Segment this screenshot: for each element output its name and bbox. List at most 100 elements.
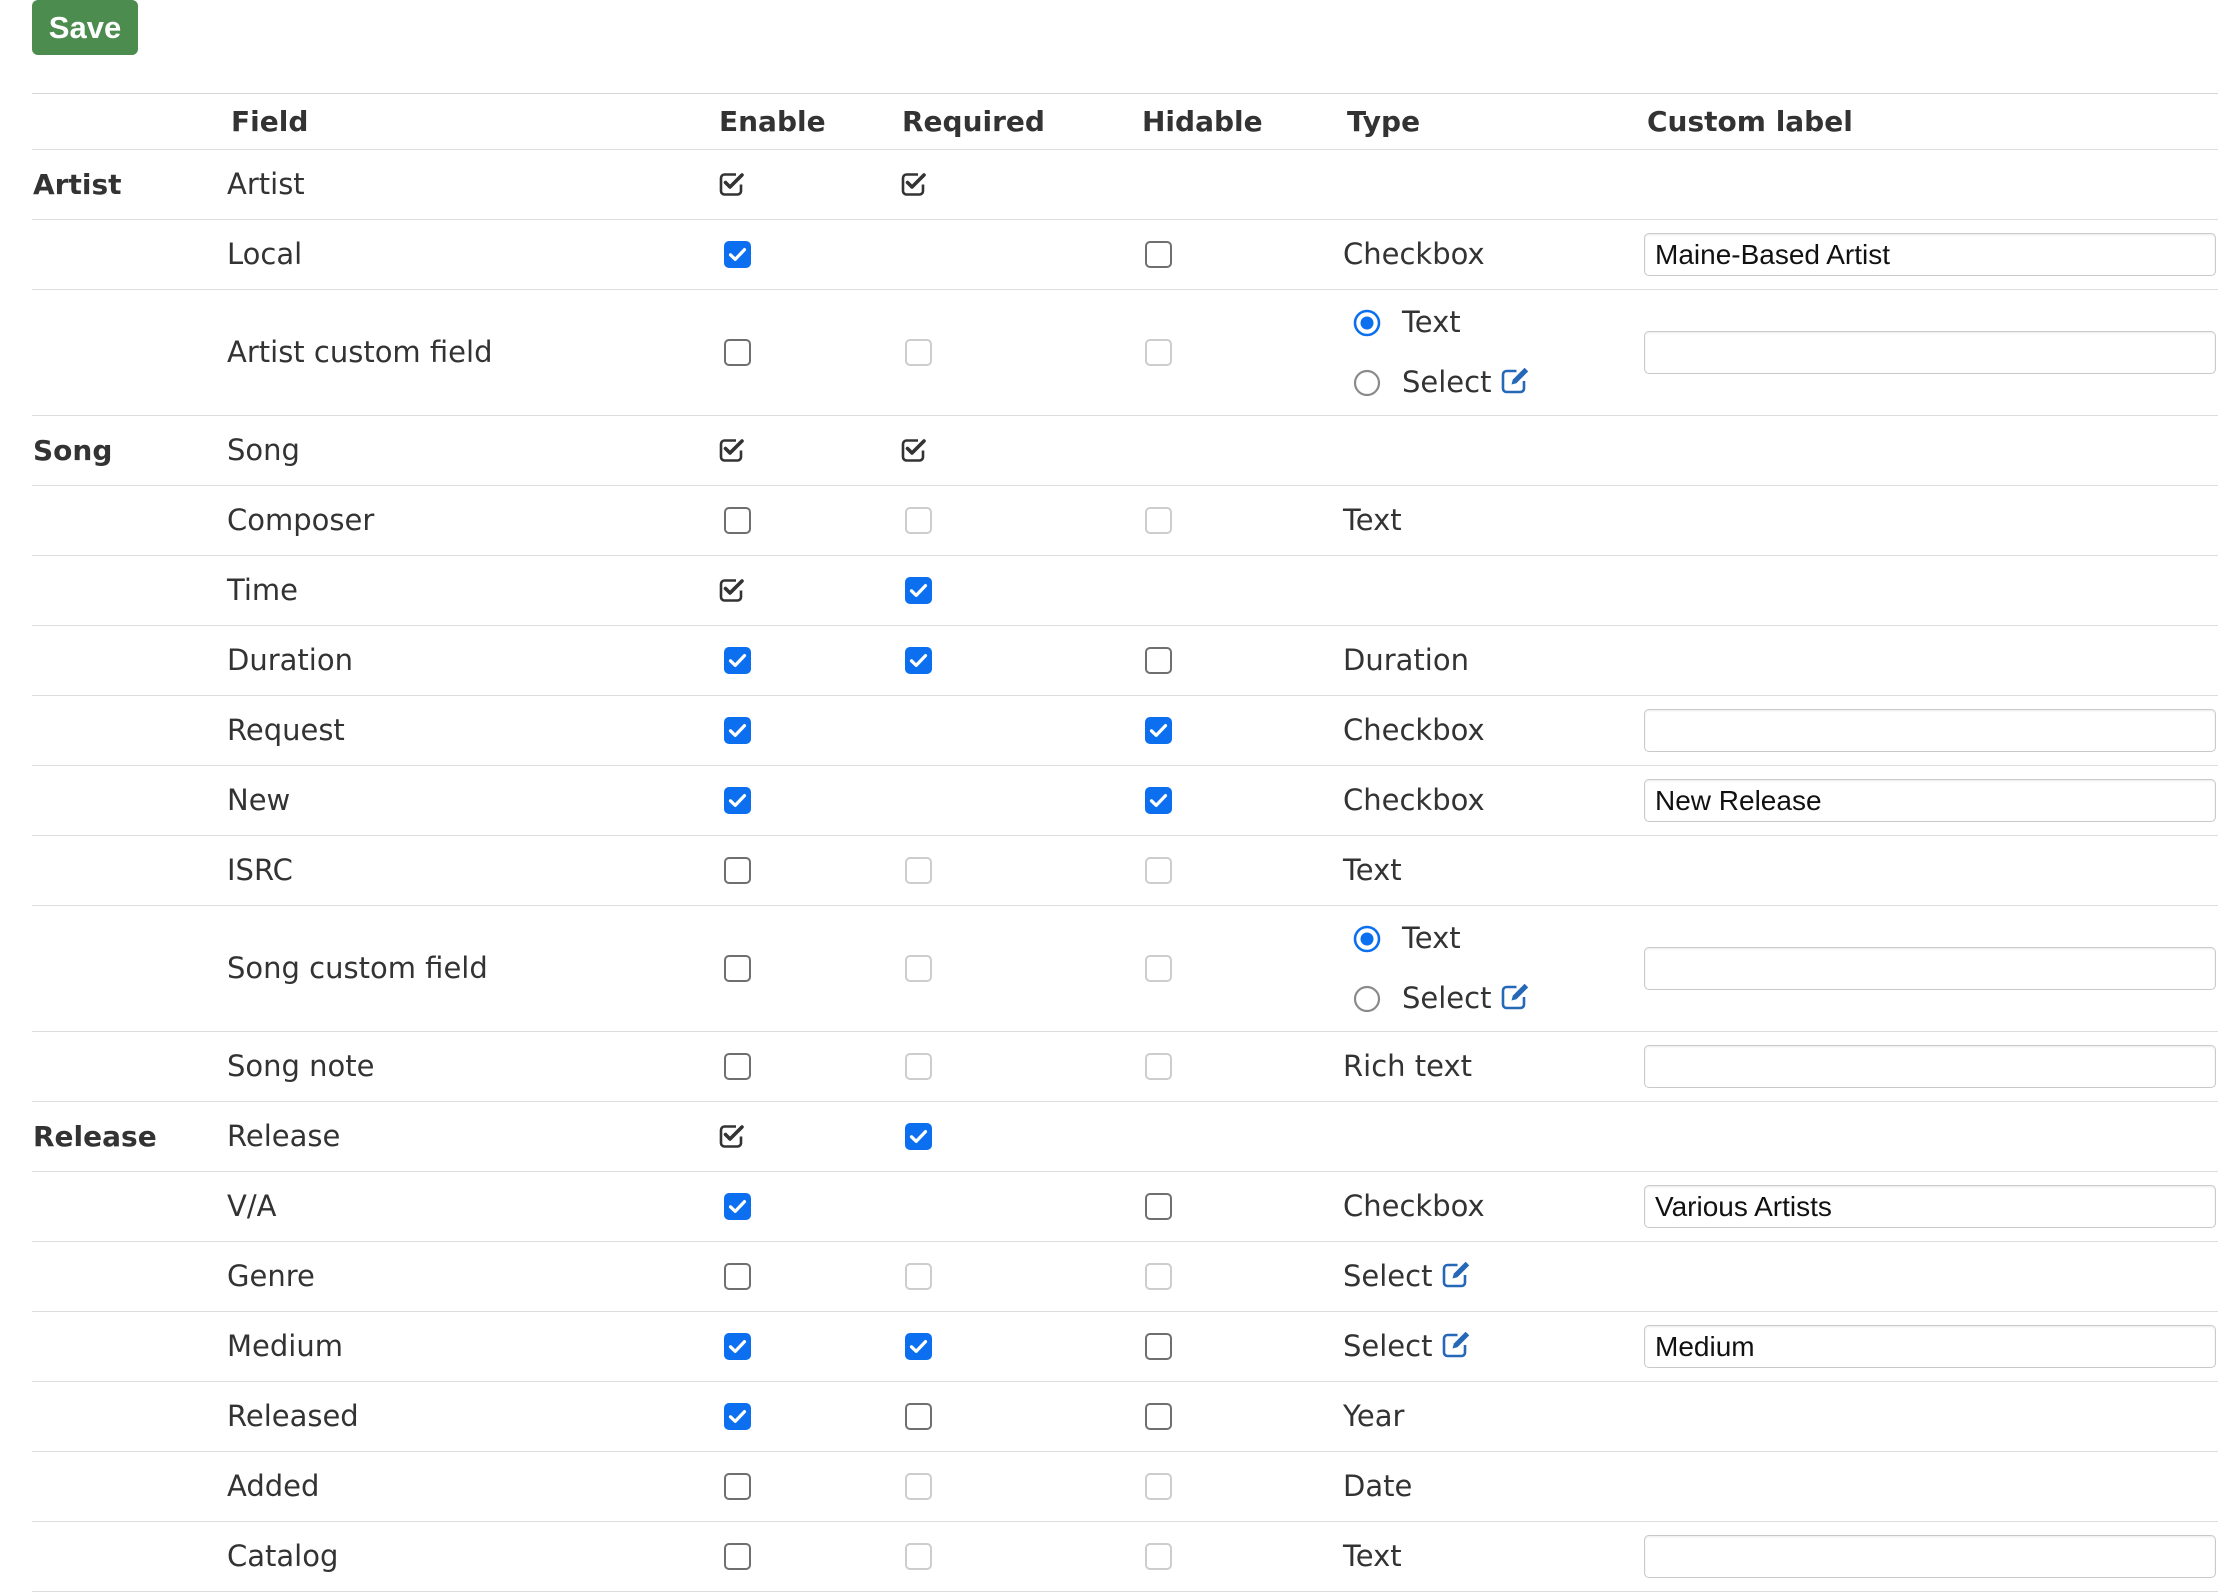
field-label: Duration: [227, 643, 353, 677]
type-cell: Select: [1339, 1312, 1640, 1381]
custom-label-cell: [1640, 1242, 2218, 1311]
radio-unselected[interactable]: [1353, 985, 1381, 1013]
enable-checkbox[interactable]: [724, 647, 751, 674]
hidable-checkbox[interactable]: [1145, 717, 1172, 744]
field-label: ISRC: [227, 853, 293, 887]
hidable-cell: [1138, 1382, 1339, 1451]
section-label: Song: [33, 433, 113, 467]
hidable-checkbox[interactable]: [1145, 1403, 1172, 1430]
enable-checkbox[interactable]: [724, 1473, 751, 1500]
type-label: Text: [1343, 1539, 1402, 1573]
field-label: Genre: [227, 1259, 315, 1293]
enable-checkbox[interactable]: [724, 1543, 751, 1570]
enable-checkbox[interactable]: [724, 955, 751, 982]
enable-checkbox[interactable]: [724, 1403, 751, 1430]
enable-checkbox[interactable]: [724, 717, 751, 744]
required-checkbox[interactable]: [905, 1123, 932, 1150]
field-cell: Genre: [224, 1242, 714, 1311]
type-option[interactable]: Text: [1353, 293, 1531, 353]
table-row: Genre Select: [32, 1242, 2218, 1312]
required-checkbox: [905, 955, 932, 982]
radio-unselected[interactable]: [1353, 369, 1381, 397]
custom-label-input[interactable]: [1644, 1325, 2216, 1368]
hidable-checkbox[interactable]: [1145, 647, 1172, 674]
required-checkbox[interactable]: [905, 1403, 932, 1430]
custom-label-cell: [1640, 416, 2218, 485]
custom-label-input[interactable]: [1644, 1185, 2216, 1228]
header-section-cell: [32, 94, 224, 149]
section-cell: Artist: [32, 150, 224, 219]
enable-cell: [714, 1522, 896, 1591]
hidable-checkbox: [1145, 1263, 1172, 1290]
hidable-checkbox[interactable]: [1145, 1193, 1172, 1220]
required-cell: [896, 626, 1138, 695]
header-enable: Enable: [719, 104, 826, 138]
required-checkbox[interactable]: [905, 577, 932, 604]
hidable-checkbox[interactable]: [1145, 787, 1172, 814]
required-cell: [896, 290, 1138, 415]
hidable-cell: [1138, 290, 1339, 415]
required-checkbox[interactable]: [905, 647, 932, 674]
type-option[interactable]: Select: [1353, 969, 1531, 1029]
section-cell: [32, 696, 224, 765]
custom-label-cell: [1640, 1522, 2218, 1591]
custom-label-input[interactable]: [1644, 1535, 2216, 1578]
header-type: Type: [1347, 104, 1421, 138]
custom-label-input[interactable]: [1644, 233, 2216, 276]
field-label: Added: [227, 1469, 320, 1503]
custom-label-cell: [1640, 1102, 2218, 1171]
edit-icon[interactable]: [1499, 981, 1531, 1011]
enable-checkbox[interactable]: [724, 241, 751, 268]
hidable-checkbox: [1145, 955, 1172, 982]
enable-cell: [714, 696, 896, 765]
custom-label-input[interactable]: [1644, 709, 2216, 752]
section-cell: Release: [32, 1102, 224, 1171]
required-cell: [896, 1242, 1138, 1311]
enable-cell: [714, 626, 896, 695]
field-label: Catalog: [227, 1539, 339, 1573]
custom-label-cell: [1640, 766, 2218, 835]
field-label: Song: [227, 433, 300, 467]
custom-label-cell: [1640, 220, 2218, 289]
radio-selected[interactable]: [1353, 925, 1381, 953]
header-field: Field: [231, 104, 309, 138]
custom-label-input[interactable]: [1644, 1045, 2216, 1088]
enable-checkbox[interactable]: [724, 507, 751, 534]
enable-checkbox[interactable]: [724, 339, 751, 366]
type-cell: Year: [1339, 1382, 1640, 1451]
enable-cell: [714, 290, 896, 415]
type-option[interactable]: Text: [1353, 909, 1531, 969]
custom-label-input[interactable]: [1644, 947, 2216, 990]
enable-checkbox[interactable]: [724, 857, 751, 884]
radio-selected[interactable]: [1353, 309, 1381, 337]
enable-checkbox[interactable]: [724, 1193, 751, 1220]
custom-label-input[interactable]: [1644, 779, 2216, 822]
enable-checkbox[interactable]: [724, 1053, 751, 1080]
type-label: Text: [1343, 853, 1402, 887]
hidable-checkbox: [1145, 339, 1172, 366]
enable-checkbox[interactable]: [724, 1333, 751, 1360]
save-button[interactable]: Save: [32, 0, 138, 55]
edit-icon[interactable]: [1440, 1259, 1472, 1289]
hidable-checkbox[interactable]: [1145, 1333, 1172, 1360]
section-cell: [32, 1242, 224, 1311]
type-option[interactable]: Select: [1353, 353, 1531, 413]
table-row: Artist Artist: [32, 150, 2218, 220]
radio-label: Select: [1402, 981, 1492, 1015]
custom-label-input[interactable]: [1644, 331, 2216, 374]
required-checkbox: [905, 339, 932, 366]
field-cell: Released: [224, 1382, 714, 1451]
hidable-checkbox: [1145, 1473, 1172, 1500]
hidable-checkbox[interactable]: [1145, 241, 1172, 268]
table-row: Release Release: [32, 1102, 2218, 1172]
enable-checkbox[interactable]: [724, 787, 751, 814]
edit-icon[interactable]: [1499, 365, 1531, 395]
type-cell: Rich text: [1339, 1032, 1640, 1101]
required-cell: [896, 906, 1138, 1031]
hidable-cell: [1138, 766, 1339, 835]
field-cell: Request: [224, 696, 714, 765]
required-checkbox[interactable]: [905, 1333, 932, 1360]
edit-icon[interactable]: [1440, 1329, 1472, 1359]
field-label: Request: [227, 713, 345, 747]
enable-checkbox[interactable]: [724, 1263, 751, 1290]
